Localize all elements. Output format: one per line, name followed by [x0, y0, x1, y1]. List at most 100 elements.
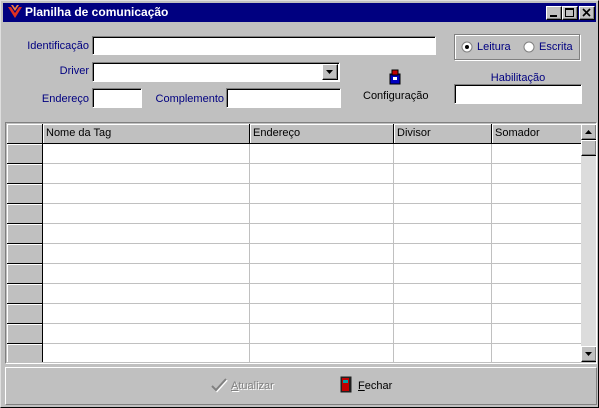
endereco-label: Endereço — [41, 93, 89, 105]
table-cell[interactable] — [394, 284, 492, 304]
minimize-button[interactable] — [546, 6, 562, 20]
table-cell[interactable] — [43, 144, 250, 164]
table-cell[interactable] — [492, 344, 581, 362]
configuration-icon — [389, 69, 401, 85]
grid-body: Nome da Tag Endereço Divisor Somador — [7, 124, 581, 362]
maximize-icon — [565, 8, 574, 17]
check-icon — [211, 378, 228, 393]
atualizar-label: Atualizar — [231, 380, 274, 392]
close-icon — [582, 8, 591, 17]
mode-radio-group: Leitura Escrita — [454, 34, 580, 60]
tag-grid[interactable]: Nome da Tag Endereço Divisor Somador — [5, 122, 597, 364]
scroll-thumb[interactable] — [581, 140, 596, 156]
endereco-field[interactable] — [92, 88, 142, 108]
arrow-down-icon — [585, 352, 592, 356]
table-cell[interactable] — [43, 204, 250, 224]
table-cell[interactable] — [492, 144, 581, 164]
escrita-radio[interactable] — [523, 41, 535, 53]
table-cell[interactable] — [492, 304, 581, 324]
column-header[interactable]: Divisor — [394, 124, 492, 144]
table-cell[interactable] — [394, 164, 492, 184]
habilitacao-label: Habilitação — [490, 72, 546, 84]
title-bar[interactable]: Planilha de comunicação — [3, 3, 596, 22]
close-button[interactable] — [579, 6, 595, 20]
scroll-down-button[interactable] — [581, 346, 596, 362]
table-cell[interactable] — [250, 304, 394, 324]
table-cell[interactable] — [250, 324, 394, 344]
table-cell[interactable] — [250, 184, 394, 204]
grid-corner[interactable] — [7, 124, 43, 144]
table-cell[interactable] — [492, 264, 581, 284]
identificacao-label: Identificação — [27, 40, 89, 52]
leitura-label[interactable]: Leitura — [477, 41, 511, 53]
column-header[interactable]: Nome da Tag — [43, 124, 250, 144]
table-cell[interactable] — [250, 204, 394, 224]
habilitacao-field[interactable] — [454, 84, 582, 104]
table-cell[interactable] — [43, 224, 250, 244]
driver-select[interactable] — [92, 62, 340, 82]
complemento-field[interactable] — [226, 88, 341, 108]
table-cell[interactable] — [250, 264, 394, 284]
table-cell[interactable] — [394, 324, 492, 344]
identificacao-field[interactable] — [92, 36, 436, 55]
table-cell[interactable] — [43, 264, 250, 284]
window-title: Planilha de comunicação — [25, 5, 169, 19]
scroll-up-button[interactable] — [581, 124, 596, 140]
planilha-window: Planilha de comunicação Identificação Dr… — [0, 0, 599, 408]
table-cell[interactable] — [394, 264, 492, 284]
chevron-down-icon — [326, 70, 333, 74]
table-cell[interactable] — [250, 284, 394, 304]
table-cell[interactable] — [250, 144, 394, 164]
escrita-label[interactable]: Escrita — [539, 41, 573, 53]
row-header[interactable] — [7, 244, 43, 264]
column-header[interactable]: Somador — [492, 124, 581, 144]
table-cell[interactable] — [394, 204, 492, 224]
button-panel: Atualizar Fechar — [5, 367, 597, 405]
table-cell[interactable] — [250, 244, 394, 264]
row-header[interactable] — [7, 344, 43, 362]
table-cell[interactable] — [250, 164, 394, 184]
driver-dropdown-button[interactable] — [322, 64, 338, 80]
table-cell[interactable] — [43, 324, 250, 344]
table-cell[interactable] — [492, 324, 581, 344]
table-cell[interactable] — [250, 344, 394, 362]
table-cell[interactable] — [394, 344, 492, 362]
vertical-scrollbar[interactable] — [581, 124, 596, 362]
row-header[interactable] — [7, 164, 43, 184]
row-header[interactable] — [7, 204, 43, 224]
minimize-icon — [550, 15, 557, 17]
table-cell[interactable] — [394, 144, 492, 164]
table-cell[interactable] — [492, 164, 581, 184]
row-header[interactable] — [7, 264, 43, 284]
table-cell[interactable] — [43, 304, 250, 324]
configuracao-label: Configuração — [363, 90, 429, 102]
configuracao-button[interactable]: Configuração — [359, 67, 431, 107]
table-cell[interactable] — [394, 224, 492, 244]
complemento-label: Complemento — [155, 93, 224, 105]
table-cell[interactable] — [43, 284, 250, 304]
row-header[interactable] — [7, 304, 43, 324]
row-header[interactable] — [7, 224, 43, 244]
table-cell[interactable] — [250, 224, 394, 244]
table-cell[interactable] — [492, 224, 581, 244]
row-header[interactable] — [7, 324, 43, 344]
table-cell[interactable] — [43, 244, 250, 264]
table-cell[interactable] — [394, 304, 492, 324]
row-header[interactable] — [7, 144, 43, 164]
row-header[interactable] — [7, 184, 43, 204]
table-cell[interactable] — [43, 184, 250, 204]
table-cell[interactable] — [394, 184, 492, 204]
row-header[interactable] — [7, 284, 43, 304]
table-cell[interactable] — [492, 184, 581, 204]
fechar-label: Fechar — [358, 380, 393, 392]
table-cell[interactable] — [492, 284, 581, 304]
door-icon — [340, 376, 352, 393]
table-cell[interactable] — [43, 344, 250, 362]
maximize-button[interactable] — [562, 6, 578, 20]
leitura-radio[interactable] — [461, 41, 473, 53]
table-cell[interactable] — [492, 244, 581, 264]
table-cell[interactable] — [492, 204, 581, 224]
column-header[interactable]: Endereço — [250, 124, 394, 144]
table-cell[interactable] — [394, 244, 492, 264]
table-cell[interactable] — [43, 164, 250, 184]
